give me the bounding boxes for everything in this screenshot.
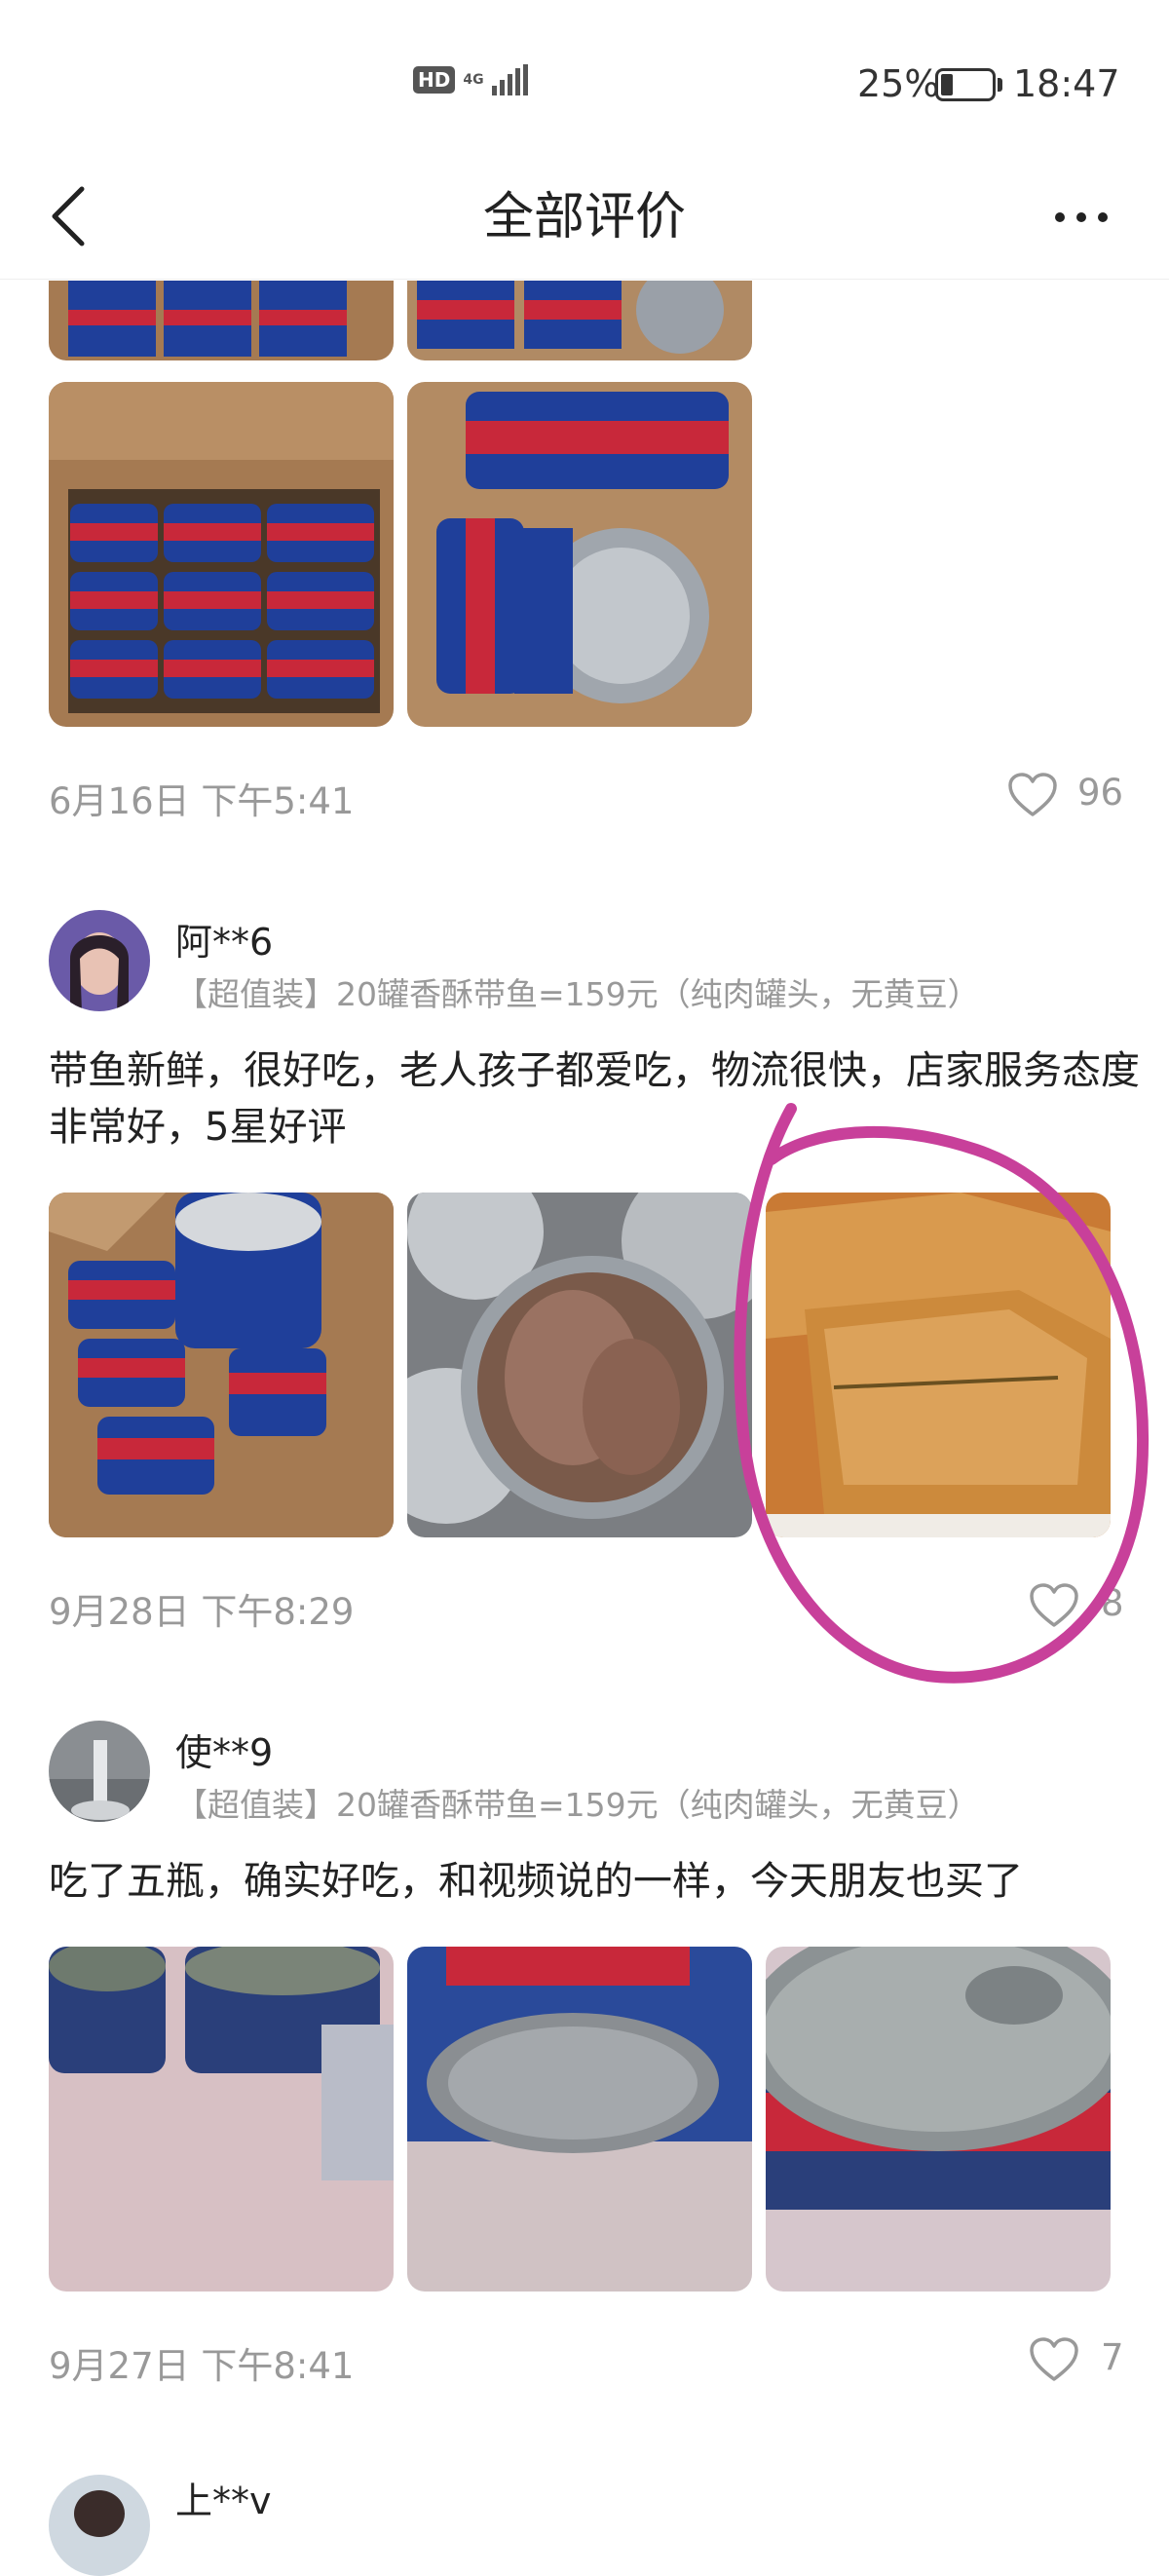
avatar-image <box>49 1721 150 1822</box>
review-photo[interactable] <box>49 1947 394 2292</box>
like-button[interactable] <box>1029 1582 1083 1631</box>
chevron-left-icon <box>52 186 85 246</box>
battery-icon <box>935 68 996 101</box>
avatar[interactable] <box>49 910 150 1011</box>
heart-icon <box>1008 773 1057 816</box>
review-photo[interactable] <box>49 281 394 360</box>
like-count: 7 <box>1101 2336 1124 2378</box>
network-type: 4G <box>463 72 484 88</box>
status-bar: HD 4G 25% 18:47 <box>0 0 1169 156</box>
clock: 18:47 <box>1013 62 1120 105</box>
more-dot-icon <box>1055 212 1065 222</box>
heart-icon <box>1030 2337 1078 2381</box>
product-variant: 【超值装】20罐香酥带鱼=159元（纯肉罐头，无黄豆） <box>175 975 980 1013</box>
review-photo[interactable] <box>766 1947 1111 2292</box>
review-text: 带鱼新鲜，很好吃，老人孩子都爱吃，物流很快，店家服务态度非常好，5星好评 <box>49 1048 1140 1150</box>
review-date: 9月27日 下午8:41 <box>49 2345 355 2387</box>
like-count: 96 <box>1077 772 1124 814</box>
review-photo[interactable] <box>407 1947 752 2292</box>
open-can-photo <box>407 1193 752 1537</box>
nav-bar: 全部评价 <box>0 156 1169 280</box>
canned-fish-photo <box>407 281 752 360</box>
can-close-up-photo <box>407 1947 752 2292</box>
back-button[interactable] <box>41 177 99 255</box>
canned-fish-in-box-photo <box>49 382 394 727</box>
can-lid-photo <box>766 1947 1111 2292</box>
canned-fish-box-photo <box>49 1193 394 1537</box>
fried-fish-photo <box>766 1193 1111 1537</box>
like-count: 8 <box>1101 1582 1124 1624</box>
avatar-image <box>49 2475 150 2576</box>
avatar-image <box>49 910 150 1011</box>
product-variant: 【超值装】20罐香酥带鱼=159元（纯肉罐头，无黄豆） <box>175 1786 980 1824</box>
battery-percent: 25% <box>857 62 940 105</box>
username: 使**9 <box>175 1731 274 1774</box>
review-photo[interactable] <box>49 1193 394 1537</box>
like-button[interactable] <box>1007 772 1062 820</box>
review-date: 6月16日 下午5:41 <box>49 780 355 822</box>
review-photo[interactable] <box>49 382 394 727</box>
username: 上**v <box>175 2480 272 2522</box>
signal-icon <box>492 64 529 95</box>
review-photo[interactable] <box>407 281 752 360</box>
avatar[interactable] <box>49 2475 150 2576</box>
canned-fish-in-box-photo <box>407 382 752 727</box>
username: 阿**6 <box>175 921 274 964</box>
review-photo[interactable] <box>407 1193 752 1537</box>
like-button[interactable] <box>1029 2336 1083 2385</box>
heart-icon <box>1030 1583 1078 1627</box>
network-indicator: HD 4G <box>413 64 529 95</box>
review-text: 吃了五瓶，确实好吃，和视频说的一样，今天朋友也买了 <box>49 1859 1023 1904</box>
canned-fish-photo <box>49 281 394 360</box>
review-photo[interactable] <box>766 1193 1111 1537</box>
review-date: 9月28日 下午8:29 <box>49 1591 355 1633</box>
avatar[interactable] <box>49 1721 150 1822</box>
cans-on-bed-photo <box>49 1947 394 2292</box>
hd-badge: HD <box>413 66 456 94</box>
more-options-button[interactable] <box>1042 193 1120 242</box>
review-photo[interactable] <box>407 382 752 727</box>
page-title: 全部评价 <box>482 188 686 246</box>
